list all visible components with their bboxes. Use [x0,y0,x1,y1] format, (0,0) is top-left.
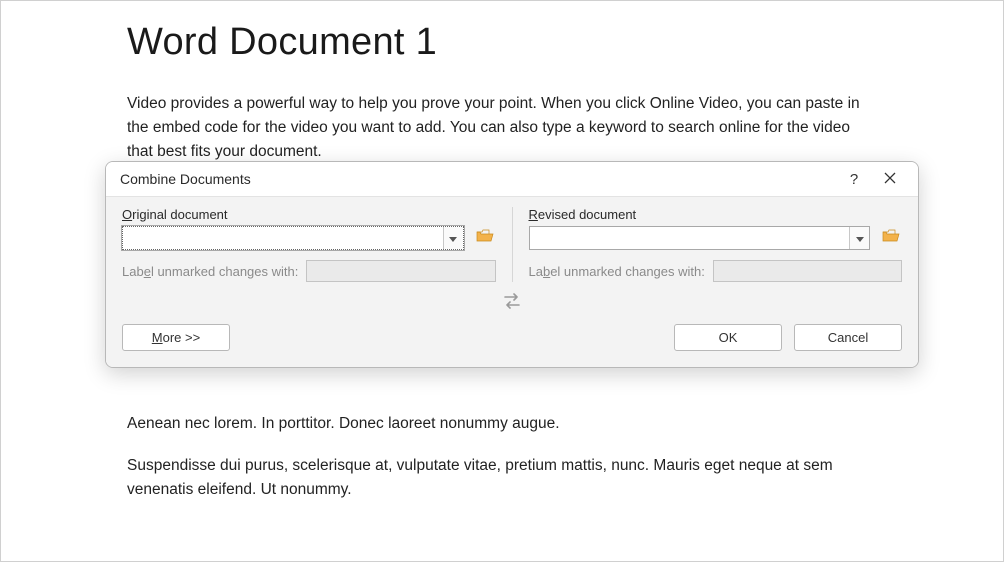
folder-open-icon [882,229,900,248]
revised-label-changes-input [713,260,902,282]
body-paragraph-1: Video provides a powerful way to help yo… [127,92,877,164]
chevron-down-icon [449,229,457,247]
body-paragraph-2: Aenean nec lorem. In porttitor. Donec la… [127,412,877,436]
original-label-changes-input [306,260,495,282]
dialog-title: Combine Documents [120,171,836,187]
page-title: Word Document 1 [127,21,877,64]
swap-arrows-icon [502,297,522,314]
help-icon: ? [850,171,858,188]
revised-browse-button[interactable] [880,229,902,247]
original-document-input[interactable] [123,227,443,249]
folder-open-icon [476,229,494,248]
help-button[interactable]: ? [836,165,872,193]
ok-button[interactable]: OK [674,324,782,351]
dialog-body: Original document [106,196,918,367]
revised-document-section: Revised document [512,207,903,282]
original-document-dropdown-button[interactable] [443,227,463,249]
revised-document-label: Revised document [529,207,903,222]
revised-document-dropdown-button[interactable] [849,227,869,249]
close-icon [884,171,896,188]
original-document-label: Original document [122,207,496,222]
chevron-down-icon [856,229,864,247]
dialog-titlebar: Combine Documents ? [106,162,918,196]
cancel-button[interactable]: Cancel [794,324,902,351]
original-document-combo[interactable] [122,226,464,250]
revised-label-changes-label: Label unmarked changes with: [529,264,705,279]
original-label-changes-label: Label unmarked changes with: [122,264,298,279]
swap-documents-button[interactable] [502,292,522,310]
revised-document-combo[interactable] [529,226,871,250]
original-browse-button[interactable] [474,229,496,247]
original-document-section: Original document [122,207,512,282]
more-button[interactable]: More >> [122,324,230,351]
close-button[interactable] [872,165,908,193]
revised-document-input[interactable] [530,227,850,249]
combine-documents-dialog: Combine Documents ? Original document [105,161,919,368]
body-paragraph-3: Suspendisse dui purus, scelerisque at, v… [127,454,877,502]
